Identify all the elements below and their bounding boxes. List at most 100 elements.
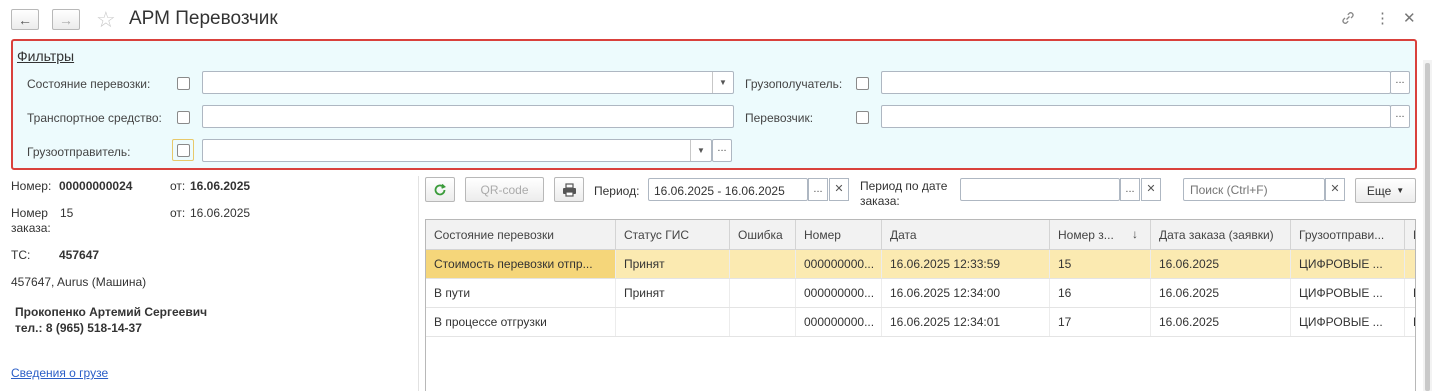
vehicle-checkbox[interactable] <box>177 111 190 124</box>
cell-state: Стоимость перевозки отпр... <box>426 250 616 278</box>
back-button[interactable]: ← <box>11 9 39 30</box>
column-header-order-date[interactable]: Дата заказа (заявки) <box>1151 220 1291 250</box>
order-from-value: 16.06.2025 <box>190 206 251 220</box>
refresh-button[interactable] <box>425 177 455 202</box>
cell-error <box>730 308 796 336</box>
cell-consignee <box>1405 250 1415 278</box>
cell-shipper: ЦИФРОВЫЕ ... <box>1291 250 1405 278</box>
carrier-label: Перевозчик: <box>745 111 814 125</box>
state-checkbox[interactable] <box>177 77 190 90</box>
search-input[interactable] <box>1183 178 1325 201</box>
link-icon[interactable] <box>1340 10 1356 30</box>
vehicle-ts-label: ТС: <box>11 248 31 262</box>
order-period-label: Период по дате заказа: <box>860 179 947 209</box>
period-select-button[interactable]: ... <box>808 178 828 201</box>
more-icon[interactable]: ⋮ <box>1375 9 1390 27</box>
qr-code-button[interactable]: QR-code <box>465 177 544 202</box>
order-period-select-button[interactable]: ... <box>1120 178 1140 201</box>
column-header-number[interactable]: Номер <box>796 220 882 250</box>
column-header-shipper[interactable]: Грузоотправи... <box>1291 220 1405 250</box>
column-header-state[interactable]: Состояние перевозки <box>426 220 616 250</box>
cell-date: 16.06.2025 12:34:01 <box>882 308 1050 336</box>
cell-consignee: L <box>1405 308 1415 336</box>
cell-date: 16.06.2025 12:33:59 <box>882 250 1050 278</box>
cell-shipper: ЦИФРОВЫЕ ... <box>1291 308 1405 336</box>
refresh-icon <box>434 183 446 195</box>
table-row[interactable]: Стоимость перевозки отпр... Принят 00000… <box>426 250 1415 279</box>
order-period-field[interactable] <box>960 178 1120 201</box>
number-label: Номер: <box>11 179 52 193</box>
column-header-order-number-label: Номер з... <box>1058 228 1114 242</box>
column-header-gis-status[interactable]: Статус ГИС <box>616 220 730 250</box>
page-scrollbar-thumb[interactable] <box>1425 63 1430 391</box>
order-from-label: от: <box>170 206 186 220</box>
vehicle-field[interactable] <box>202 105 734 128</box>
search-clear-icon[interactable]: ✕ <box>1325 178 1345 201</box>
driver-name: Прокопенко Артемий Сергеевич <box>15 305 208 319</box>
more-actions-button[interactable]: Еще ▼ <box>1355 178 1416 203</box>
state-select[interactable]: ▼ <box>202 71 734 94</box>
cell-error <box>730 279 796 307</box>
driver-phone: тел.: 8 (965) 518-14-37 <box>15 321 142 335</box>
consignee-field[interactable] <box>881 71 1391 94</box>
shipper-select-button[interactable]: ... <box>712 139 732 162</box>
chevron-down-icon[interactable]: ▼ <box>690 140 711 161</box>
carrier-field[interactable] <box>881 105 1391 128</box>
more-actions-label: Еще <box>1366 183 1392 198</box>
cell-order-number: 15 <box>1050 250 1151 278</box>
column-header-order-number[interactable]: Номер з... ↓ <box>1050 220 1151 250</box>
cell-order-date: 16.06.2025 <box>1151 279 1291 307</box>
consignee-label: Грузополучатель: <box>745 77 843 91</box>
print-button[interactable] <box>554 177 584 202</box>
cell-order-date: 16.06.2025 <box>1151 308 1291 336</box>
cell-order-number: 16 <box>1050 279 1151 307</box>
vehicle-ts-value: 457647 <box>59 248 100 262</box>
page-title: АРМ Перевозчик <box>129 8 278 29</box>
filters-header[interactable]: Фильтры <box>17 48 74 64</box>
order-period-label-line2: заказа: <box>860 194 900 208</box>
qr-code-label: QR-code <box>480 182 529 197</box>
table-row[interactable]: В процессе отгрузки 000000000... 16.06.2… <box>426 308 1415 337</box>
column-header-error[interactable]: Ошибка <box>730 220 796 250</box>
number-value: 00000000024 <box>59 179 133 193</box>
carrier-checkbox[interactable] <box>856 111 869 124</box>
cell-number: 000000000... <box>796 279 882 307</box>
column-header-date[interactable]: Дата <box>882 220 1050 250</box>
period-clear-icon[interactable]: ✕ <box>829 178 849 201</box>
cell-number: 000000000... <box>796 308 882 336</box>
vehicle-label: Транспортное средство: <box>27 111 162 125</box>
star-icon[interactable]: ☆ <box>96 7 116 33</box>
order-period-clear-icon[interactable]: ✕ <box>1141 178 1161 201</box>
column-header-consignee[interactable]: Г <box>1405 220 1415 250</box>
period-field[interactable]: 16.06.2025 - 16.06.2025 <box>648 178 808 201</box>
forward-icon: → <box>59 11 73 28</box>
cargo-info-link[interactable]: Сведения о грузе <box>11 366 108 380</box>
back-icon: ← <box>18 11 32 28</box>
shipper-checkbox[interactable] <box>177 144 190 157</box>
order-period-label-line1: Период по дате <box>860 179 948 193</box>
cell-order-date: 16.06.2025 <box>1151 250 1291 278</box>
close-icon[interactable]: ✕ <box>1403 9 1416 27</box>
cell-gis-status <box>616 308 730 336</box>
consignee-checkbox[interactable] <box>856 77 869 90</box>
period-value: 16.06.2025 - 16.06.2025 <box>654 184 785 198</box>
table-row[interactable]: В пути Принят 000000000... 16.06.2025 12… <box>426 279 1415 308</box>
from-label: от: <box>170 179 186 193</box>
cell-consignee: L <box>1405 279 1415 307</box>
carrier-select-button[interactable]: ... <box>1390 105 1410 128</box>
panel-divider[interactable] <box>418 176 419 391</box>
vehicle-description: 457647, Aurus (Машина) <box>11 275 147 289</box>
filters-panel: Фильтры Состояние перевозки: ▼ Грузополу… <box>11 39 1417 170</box>
chevron-down-icon[interactable]: ▼ <box>712 72 733 93</box>
order-number-value: 15 <box>60 206 74 220</box>
cell-gis-status: Принят <box>616 279 730 307</box>
consignee-select-button[interactable]: ... <box>1390 71 1410 94</box>
chevron-down-icon: ▼ <box>1396 186 1405 195</box>
transport-table[interactable]: Состояние перевозки Статус ГИС Ошибка Но… <box>425 219 1416 391</box>
cell-shipper: ЦИФРОВЫЕ ... <box>1291 279 1405 307</box>
forward-button[interactable]: → <box>52 9 80 30</box>
cell-number: 000000000... <box>796 250 882 278</box>
shipper-label: Грузоотправитель: <box>27 145 131 159</box>
shipper-select[interactable]: ▼ <box>202 139 712 162</box>
cell-gis-status: Принят <box>616 250 730 278</box>
